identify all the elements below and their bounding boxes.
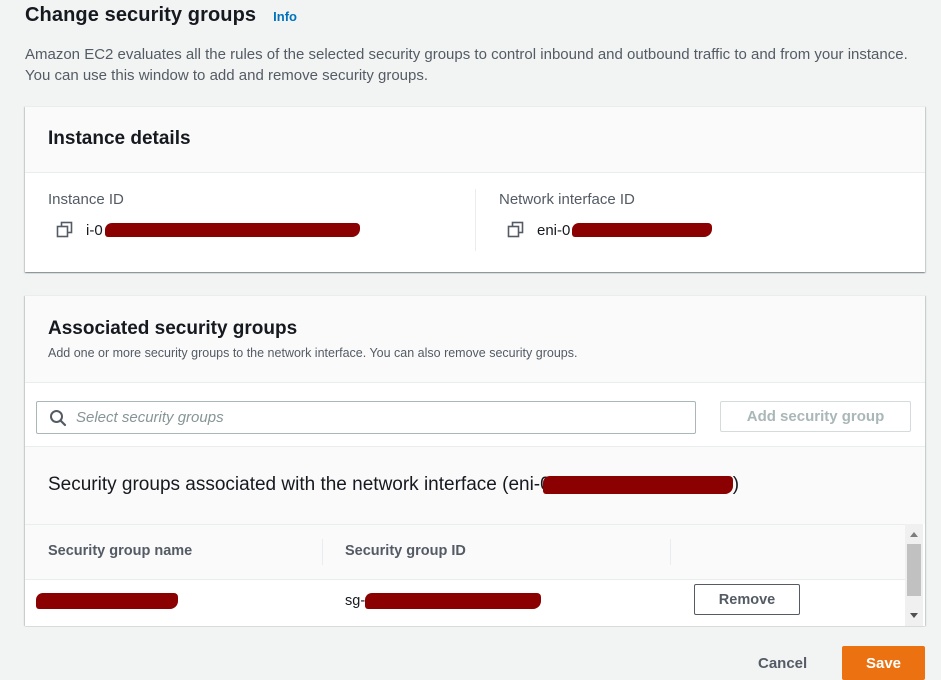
scroll-down-icon[interactable] (910, 613, 918, 618)
security-groups-table: Security group name Security group ID sg… (25, 524, 925, 626)
title-row: Change security groups Info (25, 4, 297, 27)
associated-groups-section: Security groups associated with the netw… (25, 446, 925, 626)
network-interface-value: eni-0 (537, 221, 571, 239)
instance-details-header: Instance details (25, 107, 925, 173)
network-interface-field: Network interface ID eni-0 (499, 191, 713, 239)
copy-icon[interactable] (56, 221, 74, 239)
associated-security-groups-container: Associated security groups Add one or mo… (25, 295, 925, 626)
security-group-id-cell: sg- (345, 593, 542, 609)
instance-id-value: i-0 (86, 221, 103, 239)
redaction-mark (572, 223, 713, 237)
column-separator (670, 539, 671, 565)
page-title: Change security groups (25, 4, 257, 26)
change-security-groups-page: Change security groups Info Amazon EC2 e… (0, 0, 941, 680)
redaction-mark (542, 476, 733, 494)
redaction-mark (36, 593, 178, 609)
cancel-button[interactable]: Cancel (746, 648, 819, 678)
page-description: Amazon EC2 evaluates all the rules of th… (25, 46, 908, 84)
table-row: sg- Remove (25, 580, 905, 626)
info-link[interactable]: Info (273, 9, 297, 24)
network-interface-value-row: eni-0 (499, 221, 713, 239)
redaction-mark (365, 593, 542, 609)
network-interface-label: Network interface ID (499, 191, 635, 208)
security-group-name-cell (36, 593, 178, 609)
associated-groups-heading: Security groups associated with the netw… (48, 474, 739, 496)
associated-security-groups-header: Associated security groups Add one or mo… (25, 296, 925, 383)
security-group-id: sg- (345, 593, 366, 609)
search-icon (49, 409, 67, 427)
security-group-search[interactable] (36, 401, 696, 434)
instance-details-heading: Instance details (48, 128, 191, 149)
column-header-id: Security group ID (345, 543, 466, 559)
search-input[interactable] (76, 409, 676, 426)
scroll-up-icon[interactable] (910, 532, 918, 537)
column-divider (475, 189, 476, 251)
associated-security-groups-description: Add one or more security groups to the n… (48, 346, 578, 360)
table-header-row: Security group name Security group ID (25, 524, 905, 580)
associated-groups-heading-suffix: ) (732, 474, 740, 495)
associated-security-groups-heading: Associated security groups (48, 318, 298, 339)
instance-details-container: Instance details Instance ID i-0 Network… (25, 106, 925, 272)
table-scrollbar[interactable] (905, 524, 923, 626)
instance-id-value-row: i-0 (48, 221, 360, 239)
add-security-group-button[interactable]: Add security group (720, 401, 911, 432)
associated-groups-heading-text: Security groups associated with the netw… (48, 474, 551, 495)
scroll-thumb[interactable] (907, 544, 921, 596)
remove-button[interactable]: Remove (694, 584, 800, 615)
redaction-mark (104, 223, 360, 237)
save-button[interactable]: Save (842, 646, 925, 680)
instance-id-field: Instance ID i-0 (48, 191, 360, 239)
column-separator (322, 539, 323, 565)
instance-id-label: Instance ID (48, 191, 124, 208)
column-header-name: Security group name (48, 543, 193, 559)
copy-icon[interactable] (507, 221, 525, 239)
